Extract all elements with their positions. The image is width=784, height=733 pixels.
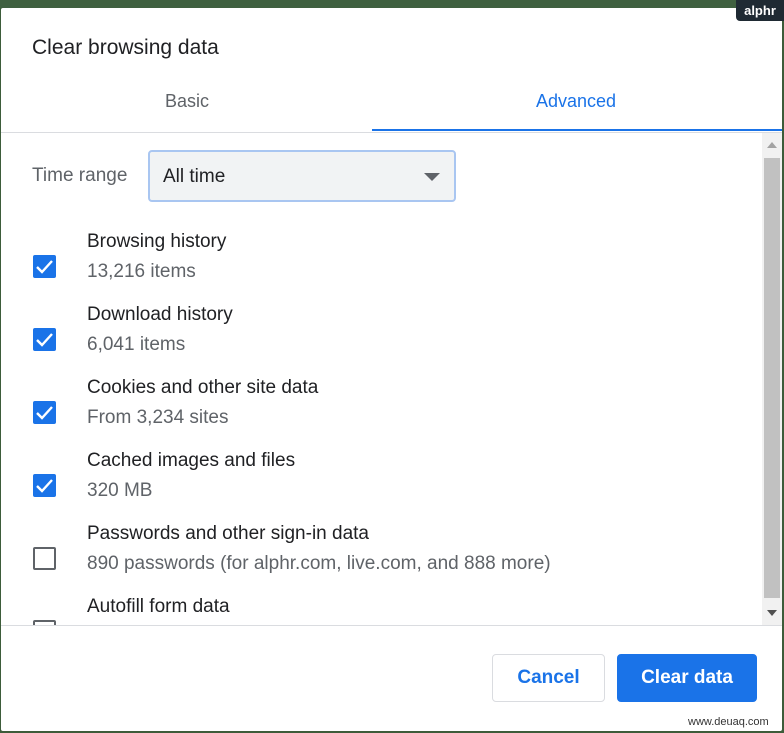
checkmark-icon [36,479,53,493]
data-type-detail: 890 passwords (for alphr.com, live.com, … [87,553,551,574]
checkbox-checked[interactable] [33,474,56,497]
checkmark-icon [36,333,53,347]
data-type-item[interactable]: Cookies and other site data From 3,234 si… [1,377,741,447]
clear-data-button[interactable]: Clear data [617,654,757,702]
checkmark-icon [36,406,53,420]
checkbox-checked[interactable] [33,255,56,278]
data-type-detail: 6,041 items [87,334,186,355]
checkbox-checked[interactable] [33,401,56,424]
data-type-item[interactable]: Browsing history 13,216 items [1,231,741,301]
checkbox-unchecked[interactable] [33,547,56,570]
data-type-item[interactable]: Autofill form data [1,596,741,625]
time-range-select[interactable]: All time [148,150,456,202]
data-type-label: Passwords and other sign-in data [87,523,369,544]
alphr-logo: alphr [736,0,784,21]
data-type-detail: From 3,234 sites [87,407,229,428]
checkmark-icon [36,260,53,274]
chevron-down-icon [424,173,440,181]
tab-advanced[interactable]: Advanced [476,91,676,112]
data-type-label: Download history [87,304,233,325]
data-type-label: Cached images and files [87,450,296,471]
data-type-detail: 13,216 items [87,261,196,282]
scrollbar-thumb[interactable] [764,158,780,598]
scroll-up-arrow-icon[interactable] [767,142,777,148]
time-range-label: Time range [32,165,128,186]
vertical-scrollbar[interactable] [762,133,782,625]
data-type-label: Browsing history [87,231,227,252]
scroll-down-arrow-icon[interactable] [767,610,777,616]
checkbox-checked[interactable] [33,328,56,351]
data-type-item[interactable]: Download history 6,041 items [1,304,741,374]
active-tab-indicator [372,129,782,131]
data-type-label: Autofill form data [87,596,230,617]
site-watermark: www.deuaq.com [688,716,769,728]
options-scroll-area[interactable]: Time range All time Browsing history 13,2… [1,133,782,625]
data-type-item[interactable]: Cached images and files 320 MB [1,450,741,520]
clear-browsing-data-dialog: Clear browsing data Basic Advanced Time … [1,8,782,731]
dialog-title: Clear browsing data [32,36,219,59]
window-top-strip [0,0,784,8]
tab-basic[interactable]: Basic [87,91,287,112]
data-type-label: Cookies and other site data [87,377,319,398]
cancel-button[interactable]: Cancel [492,654,605,702]
data-type-item[interactable]: Passwords and other sign-in data 890 pass… [1,523,741,593]
data-type-detail: 320 MB [87,480,153,501]
time-range-value: All time [163,166,226,187]
footer-divider [1,625,782,626]
